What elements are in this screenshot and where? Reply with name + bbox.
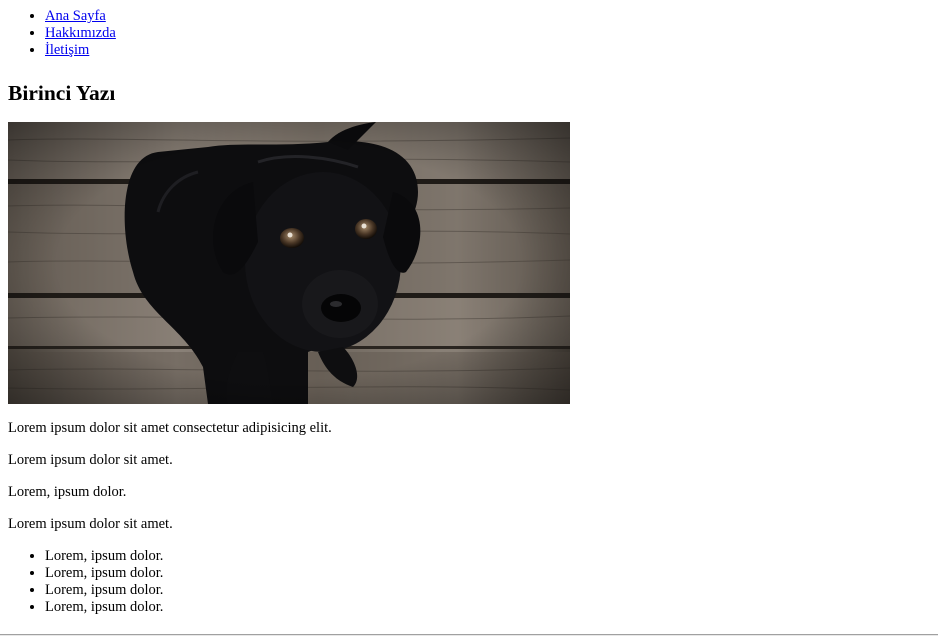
list-item: Lorem, ipsum dolor. xyxy=(45,565,930,582)
horizontal-rule xyxy=(0,634,938,636)
page-content: Ana Sayfa Hakkımızda İletişim Birinci Ya… xyxy=(8,0,930,616)
nav-item-about: Hakkımızda xyxy=(45,25,930,42)
article-paragraph: Lorem ipsum dolor sit amet. xyxy=(8,516,173,532)
article-list: Lorem, ipsum dolor. Lorem, ipsum dolor. … xyxy=(8,548,930,616)
list-item: Lorem, ipsum dolor. xyxy=(45,582,930,599)
nav-link-home[interactable]: Ana Sayfa xyxy=(45,8,106,24)
dog-photo xyxy=(8,122,570,404)
nav-link-about[interactable]: Hakkımızda xyxy=(45,25,116,41)
nav-item-home: Ana Sayfa xyxy=(45,8,930,25)
list-item: Lorem, ipsum dolor. xyxy=(45,548,930,565)
list-item: Lorem, ipsum dolor. xyxy=(45,599,930,616)
article-paragraph: Lorem ipsum dolor sit amet consectetur a… xyxy=(8,420,332,436)
main-nav: Ana Sayfa Hakkımızda İletişim xyxy=(8,8,930,59)
article-paragraph: Lorem, ipsum dolor. xyxy=(8,484,127,500)
nav-item-contact: İletişim xyxy=(45,42,930,59)
article-paragraph: Lorem ipsum dolor sit amet. xyxy=(8,452,173,468)
article-title: Birinci Yazı xyxy=(8,81,116,105)
nav-link-contact[interactable]: İletişim xyxy=(45,42,89,58)
